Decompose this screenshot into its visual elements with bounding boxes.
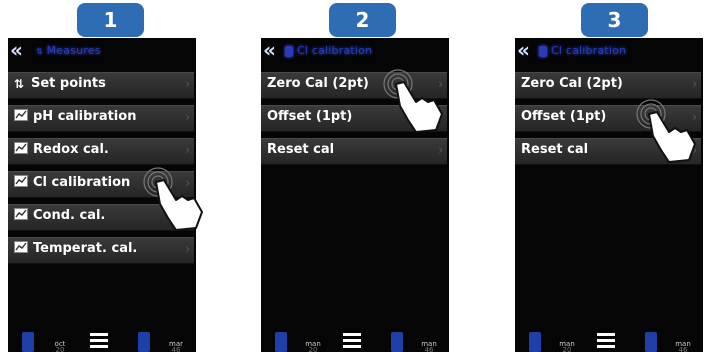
step-badge-3: 3	[581, 3, 648, 37]
footer-right-value: 46	[424, 346, 434, 352]
menu-grid-icon[interactable]	[597, 333, 615, 349]
footer-right-value: 46	[171, 346, 181, 352]
cl-calibration-icon	[285, 46, 293, 57]
menu-item-label: Set points	[31, 76, 106, 91]
calibration-icon	[14, 109, 28, 121]
menu-item-reset-cal[interactable]: Reset cal ›	[261, 138, 447, 165]
footer-right-value: 46	[678, 346, 688, 352]
footer-indicator-left	[22, 332, 34, 352]
menu-item-label: Reset cal	[521, 142, 589, 157]
footer-indicator-left	[529, 332, 541, 352]
back-icon[interactable]: «	[10, 39, 23, 61]
header-title: Cl calibration	[551, 44, 627, 57]
back-icon[interactable]: «	[263, 39, 276, 61]
screen-cl-calibration-offset: « Cl calibration Zero Cal (2pt) › Offset…	[515, 38, 703, 352]
menu-item-label: Redox cal.	[33, 142, 109, 157]
menu-grid-icon[interactable]	[343, 333, 361, 349]
menu-item-label: Offset (1pt)	[267, 109, 353, 124]
footer-indicator-right	[645, 332, 657, 352]
chevron-right-icon: ›	[692, 77, 697, 91]
menu-item-label: Offset (1pt)	[521, 109, 607, 124]
footer-left-value: 20	[308, 346, 318, 352]
menu-item-label: Temperat. cal.	[33, 241, 138, 256]
step-badge-2: 2	[329, 3, 396, 37]
menu-item-temperat-cal[interactable]: Temperat. cal. ›	[8, 237, 194, 264]
setpoints-icon: ⇅	[14, 77, 25, 91]
header-title: ⇅ Measures	[36, 44, 101, 57]
screen-header: « Cl calibration	[515, 38, 703, 64]
step-badge-1: 1	[77, 3, 144, 37]
screen-footer: man 20 man 46	[261, 326, 449, 352]
calibration-icon	[14, 175, 28, 187]
chevron-right-icon: ›	[438, 143, 443, 157]
menu-item-label: pH calibration	[33, 109, 137, 124]
header-title-text: Measures	[46, 44, 101, 57]
calibration-icon	[14, 208, 28, 220]
screen-footer: man 20 man 46	[515, 326, 703, 352]
footer-indicator-left	[275, 332, 287, 352]
menu-grid-icon[interactable]	[90, 333, 108, 349]
tap-hand-icon	[383, 69, 443, 133]
menu-item-label: Zero Cal (2pt)	[521, 76, 623, 91]
tap-hand-icon	[143, 167, 203, 231]
screen-header: « Cl calibration	[261, 38, 449, 64]
back-icon[interactable]: «	[517, 39, 530, 61]
header-title: Cl calibration	[297, 44, 373, 57]
footer-indicator-right	[391, 332, 403, 352]
chevron-right-icon: ›	[185, 143, 190, 157]
calibration-icon	[14, 142, 28, 154]
chevron-right-icon: ›	[185, 242, 190, 256]
tap-hand-icon	[636, 99, 696, 163]
screen-footer: oct 20 mar 46	[8, 326, 196, 352]
chevron-right-icon: ›	[185, 110, 190, 124]
chevron-right-icon: ›	[185, 77, 190, 91]
footer-indicator-right	[138, 332, 150, 352]
cl-calibration-icon	[539, 46, 547, 57]
menu-item-set-points[interactable]: ⇅ Set points ›	[8, 72, 194, 99]
menu-item-ph-calibration[interactable]: pH calibration ›	[8, 105, 194, 132]
menu-item-label: Reset cal	[267, 142, 335, 157]
footer-left-value: 20	[55, 346, 65, 352]
calibration-icon	[14, 241, 28, 253]
menu-item-label: Zero Cal (2pt)	[267, 76, 369, 91]
footer-left-value: 20	[562, 346, 572, 352]
screen-header: « ⇅ Measures	[8, 38, 196, 64]
menu-item-label: Cl calibration	[33, 175, 131, 190]
menu-item-label: Cond. cal.	[33, 208, 106, 223]
